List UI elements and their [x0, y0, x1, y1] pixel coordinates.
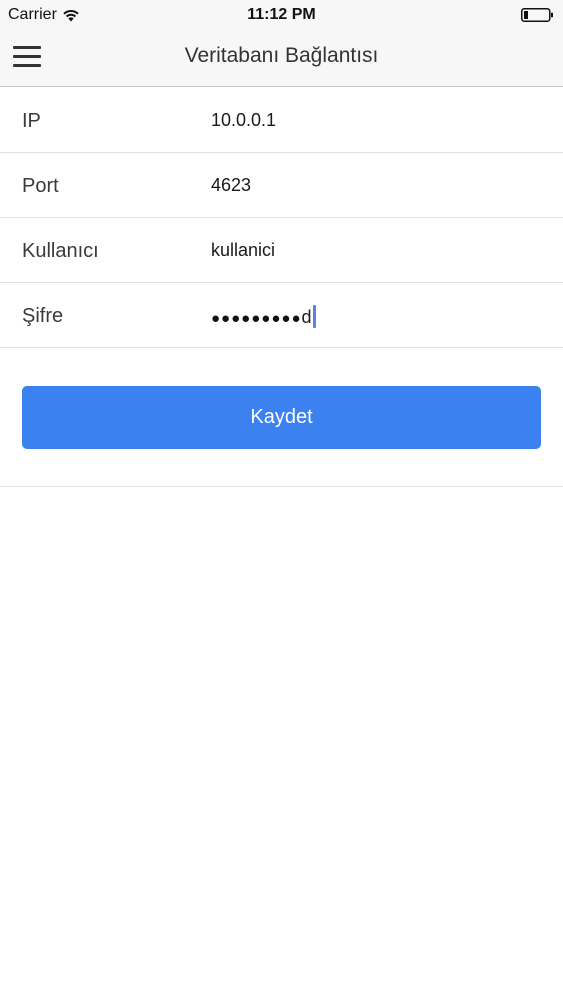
password-last-char: d [301, 307, 312, 327]
port-input[interactable]: 4623 [211, 175, 251, 196]
port-label: Port [22, 175, 59, 197]
ip-label: IP [22, 110, 41, 132]
password-input[interactable]: ●●●●●●●●●d [211, 305, 316, 328]
save-section: Kaydet [0, 350, 563, 487]
user-row: Kullanıcı kullanici [0, 218, 563, 283]
port-row: Port 4623 [0, 153, 563, 218]
text-cursor [312, 305, 316, 328]
page-title: Veritabanı Bağlantısı [184, 44, 379, 67]
status-bar: Carrier 11:12 PM [0, 0, 563, 30]
battery-icon [521, 8, 554, 22]
save-button[interactable]: Kaydet [22, 386, 541, 449]
ip-row: IP 10.0.0.1 [0, 88, 563, 153]
user-input[interactable]: kullanici [211, 240, 275, 261]
password-row: Şifre ●●●●●●●●●d [0, 283, 563, 348]
connection-form: IP 10.0.0.1 Port 4623 Kullanıcı kullanic… [0, 88, 563, 348]
password-label: Şifre [22, 305, 64, 327]
password-mask: ●●●●●●●●● [211, 310, 302, 327]
navigation-bar: Veritabanı Bağlantısı [0, 30, 563, 87]
user-label: Kullanıcı [22, 240, 99, 262]
status-time: 11:12 PM [247, 6, 316, 23]
ip-input[interactable]: 10.0.0.1 [211, 110, 276, 131]
